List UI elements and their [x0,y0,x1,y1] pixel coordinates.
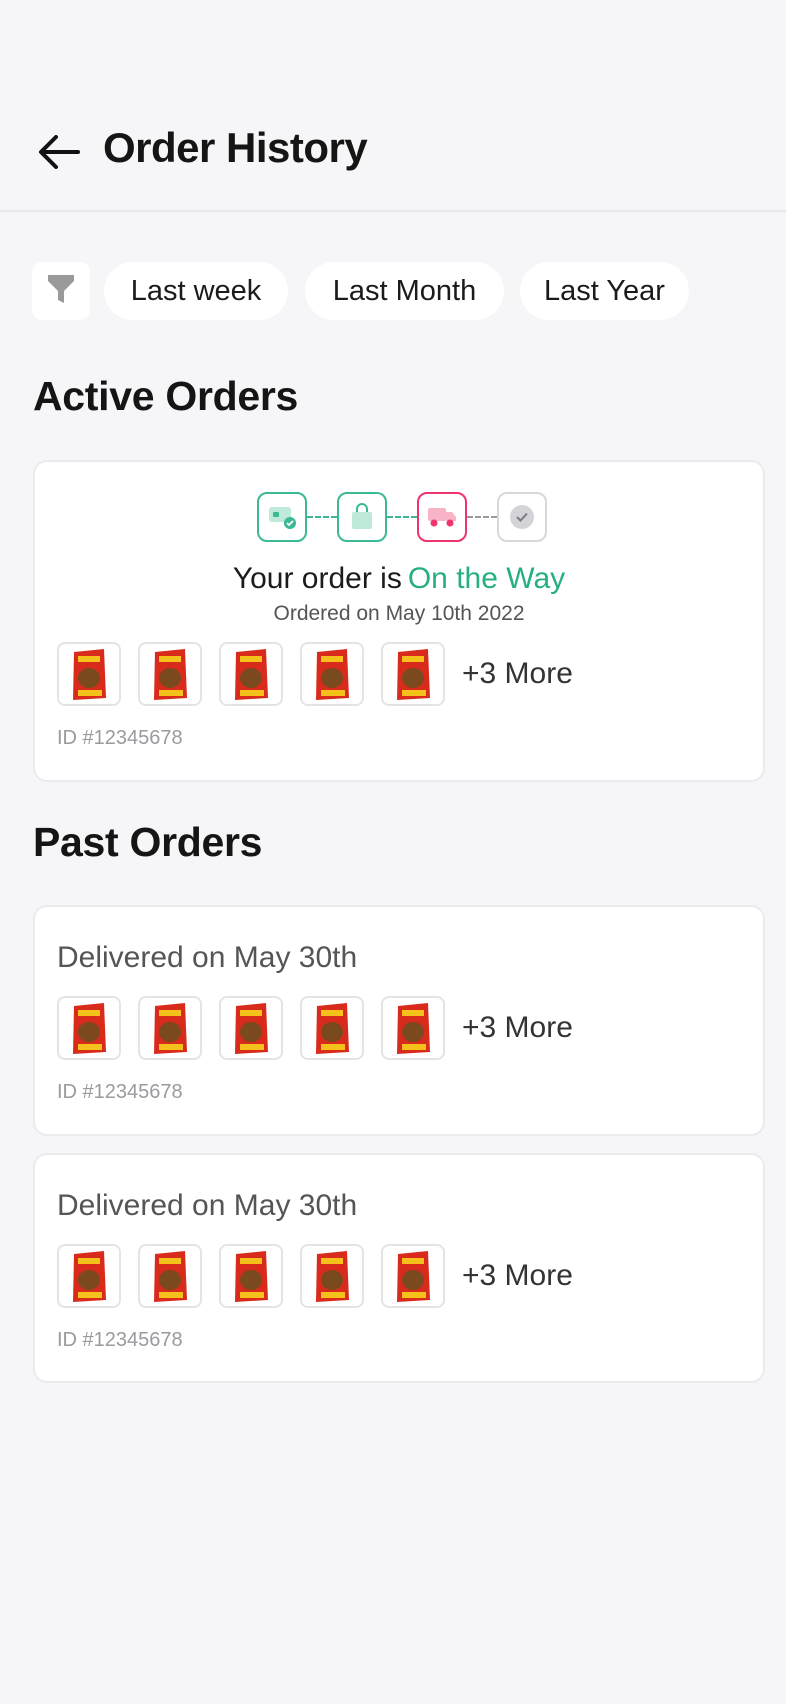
chip-last-year[interactable]: Last Year [520,262,689,320]
back-arrow-icon[interactable] [34,130,84,174]
active-order-card[interactable]: Your order is On the Way Ordered on May 1… [33,460,765,782]
status-value: On the Way [407,562,566,595]
order-id: ID #12345678 [57,1081,183,1103]
product-thumbnail[interactable] [300,642,364,706]
order-progress-tracker [257,492,547,542]
progress-connector [467,516,497,518]
order-items: +3 More [57,1244,573,1308]
product-thumbnail[interactable] [57,996,121,1060]
truck-icon [417,492,467,542]
order-items: +3 More [57,642,573,706]
app-header: Order History [0,0,786,212]
payment-icon [257,492,307,542]
order-status: Your order is On the Way [35,562,763,596]
status-prefix: Your order is [232,562,402,595]
product-thumbnail[interactable] [219,1244,283,1308]
product-thumbnail[interactable] [300,1244,364,1308]
product-thumbnail[interactable] [381,996,445,1060]
product-thumbnail[interactable] [138,996,202,1060]
active-orders-heading: Active Orders [33,373,299,419]
bag-icon [337,492,387,542]
progress-connector [307,516,337,518]
order-id: ID #12345678 [57,727,183,749]
order-items: +3 More [57,996,573,1060]
check-icon [497,492,547,542]
more-items-label[interactable]: +3 More [462,1259,573,1293]
product-thumbnail[interactable] [138,642,202,706]
product-thumbnail[interactable] [57,642,121,706]
filter-button[interactable] [32,262,90,320]
past-order-card[interactable]: Delivered on May 30th +3 More ID #123456… [33,1153,765,1383]
delivered-date: Delivered on May 30th [57,1189,358,1222]
progress-connector [387,516,417,518]
more-items-label[interactable]: +3 More [462,1011,573,1045]
delivered-date: Delivered on May 30th [57,941,358,974]
product-thumbnail[interactable] [219,996,283,1060]
product-thumbnail[interactable] [219,642,283,706]
product-thumbnail[interactable] [138,1244,202,1308]
ordered-date: Ordered on May 10th 2022 [273,602,525,625]
past-orders-heading: Past Orders [33,819,263,865]
chip-last-month[interactable]: Last Month [305,262,504,320]
order-id: ID #12345678 [57,1329,183,1351]
chip-last-week[interactable]: Last week [104,262,288,320]
product-thumbnail[interactable] [381,642,445,706]
page-title: Order History [103,124,368,171]
funnel-icon [47,273,75,310]
product-thumbnail[interactable] [57,1244,121,1308]
past-order-card[interactable]: Delivered on May 30th +3 More ID #123456… [33,905,765,1136]
product-thumbnail[interactable] [381,1244,445,1308]
product-thumbnail[interactable] [300,996,364,1060]
more-items-label[interactable]: +3 More [462,657,573,691]
